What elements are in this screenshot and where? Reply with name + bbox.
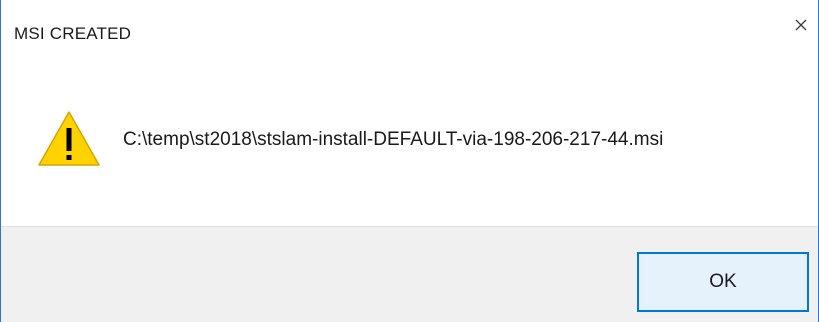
button-bar: OK [1, 226, 818, 322]
dialog-title: MSI CREATED [14, 24, 132, 43]
title-bar[interactable]: MSI CREATED [1, 0, 818, 66]
dialog-content: C:\temp\st2018\stslam-install-DEFAULT-vi… [1, 66, 818, 226]
close-icon [795, 19, 807, 31]
ok-button[interactable]: OK [637, 252, 809, 312]
dialog-message: C:\temp\st2018\stslam-install-DEFAULT-vi… [123, 129, 664, 150]
close-button[interactable] [790, 14, 812, 36]
message-dialog: MSI CREATED C:\temp\st2018\stslam-instal… [0, 0, 819, 322]
warning-icon [38, 111, 100, 166]
